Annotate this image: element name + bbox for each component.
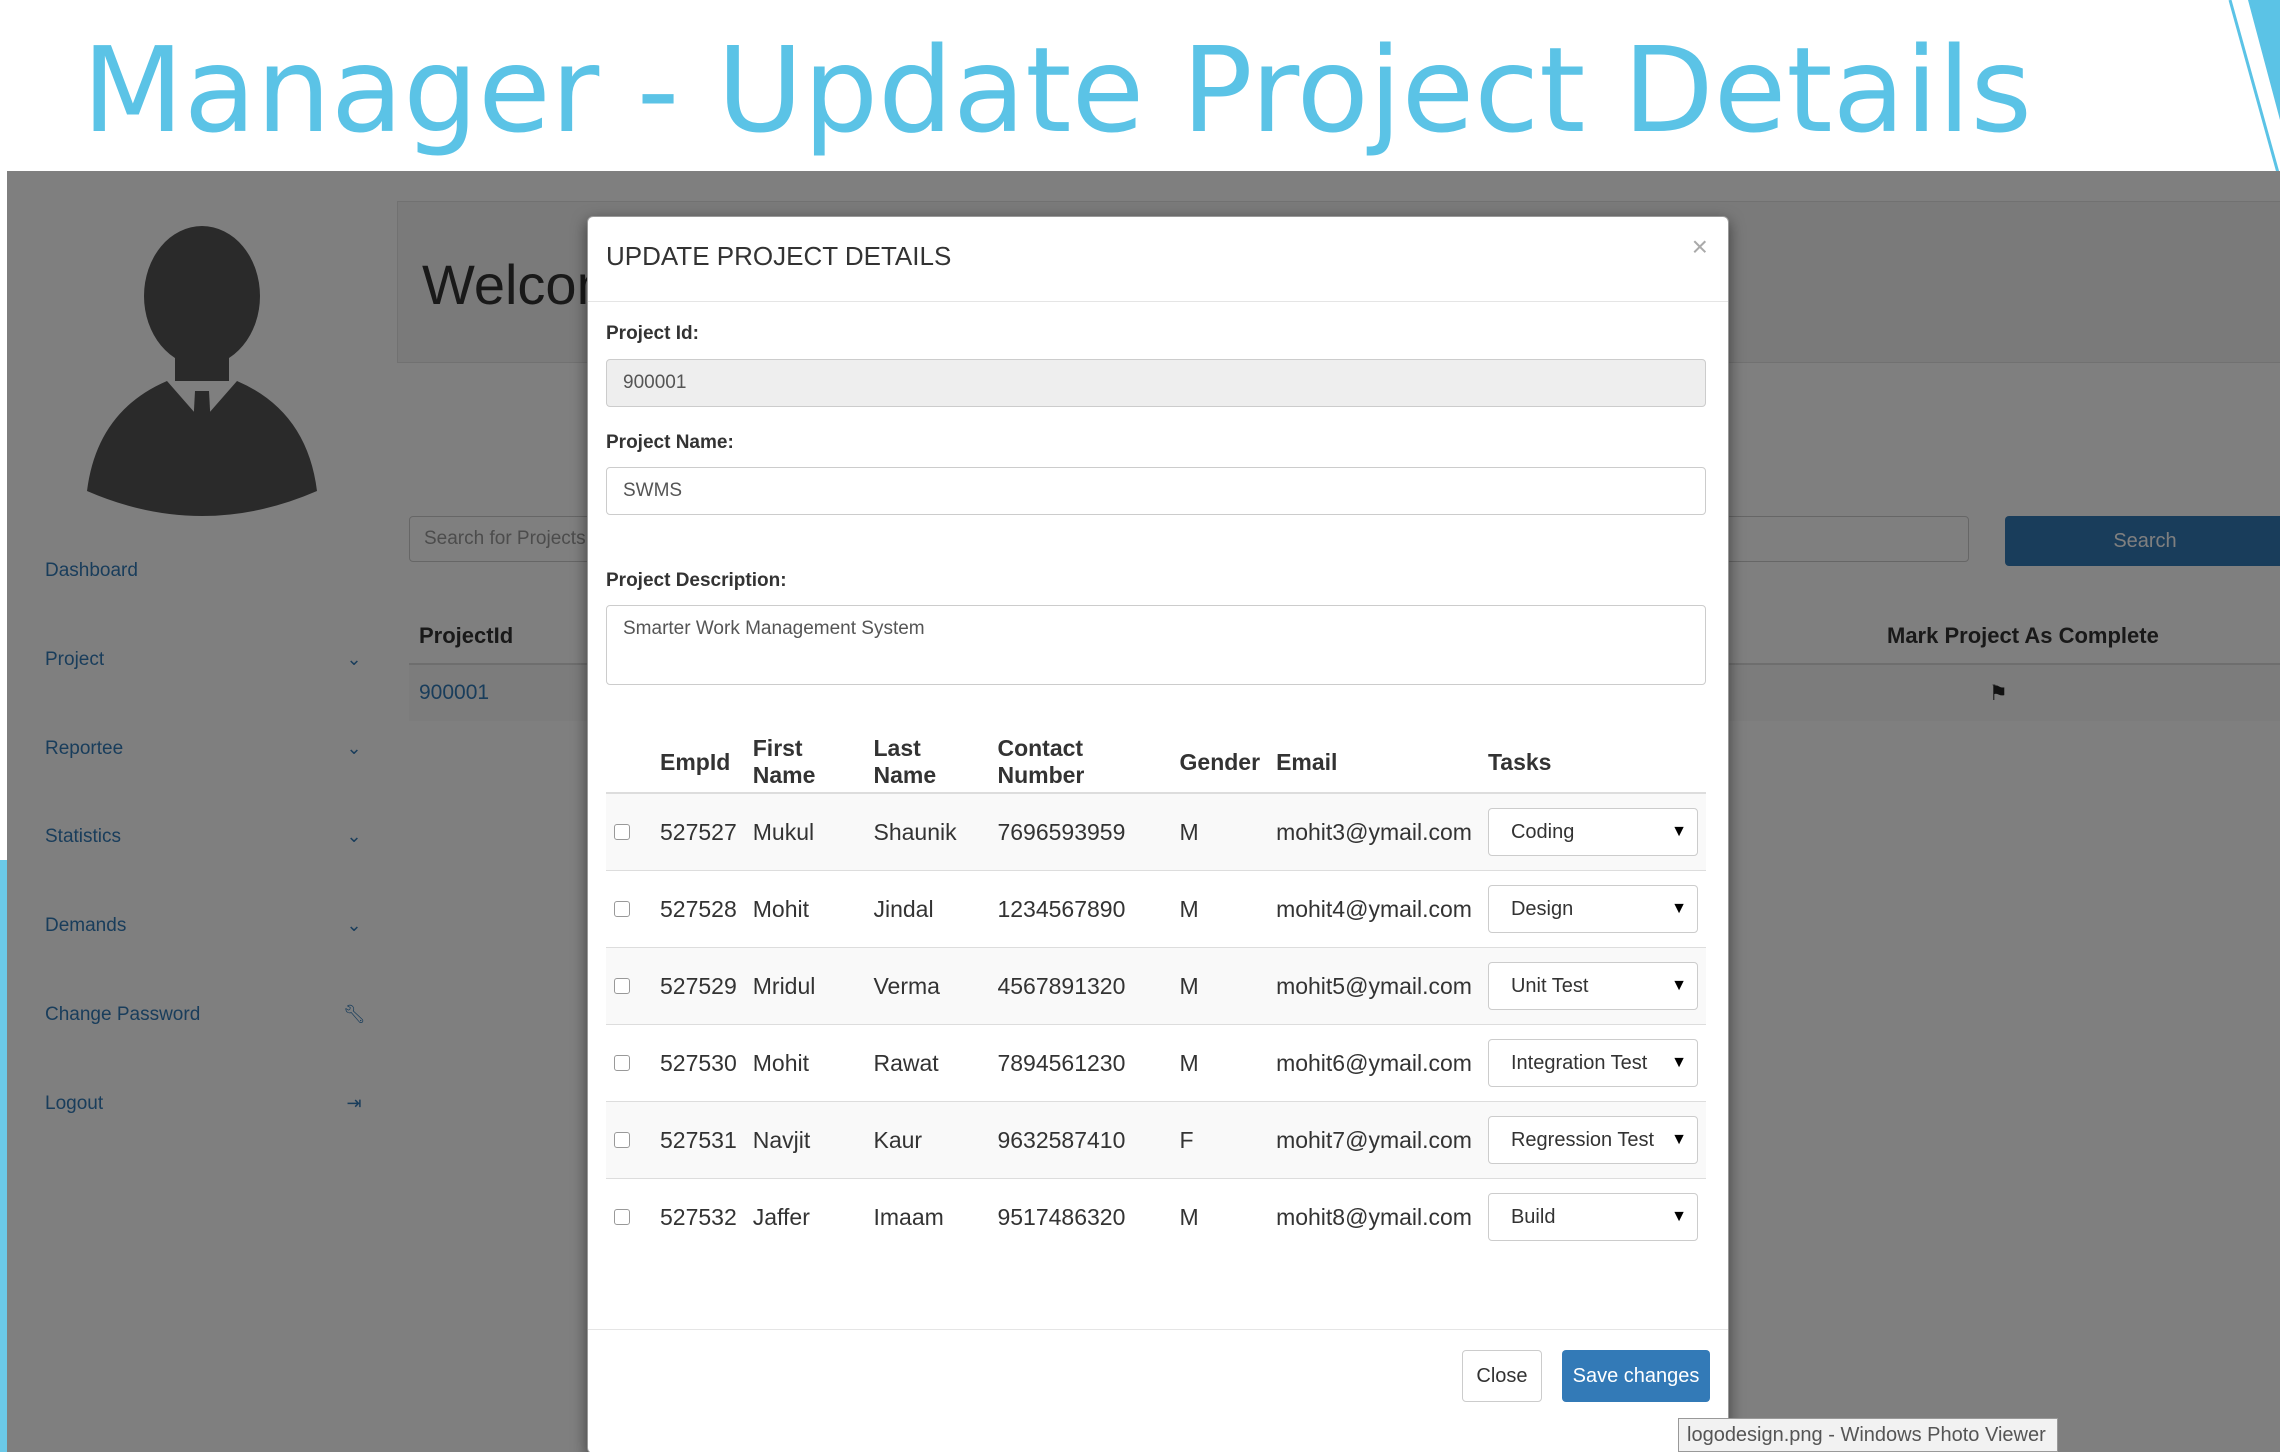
- task-select-value: Unit Test: [1510, 974, 1589, 997]
- cell-gender: M: [1171, 1024, 1269, 1102]
- task-select-value: Coding: [1510, 820, 1575, 843]
- table-row: 527532 Jaffer Imaam 9517486320 M mohit8@…: [606, 1178, 1706, 1255]
- cell-gender: M: [1171, 870, 1269, 948]
- cell-contact: 9632587410: [989, 1101, 1172, 1179]
- table-row: 527529 Mridul Verma 4567891320 M mohit5@…: [606, 947, 1706, 1025]
- cell-gender: F: [1171, 1101, 1269, 1179]
- cell-empid: 527530: [652, 1024, 745, 1102]
- cell-gender: M: [1171, 1178, 1269, 1255]
- cell-first-name: Mohit: [744, 1024, 866, 1102]
- column-header-select: [606, 732, 652, 794]
- column-header-tasks: Tasks: [1479, 732, 1706, 794]
- cell-contact: 1234567890: [989, 870, 1172, 948]
- cell-task: Regression Test ▼: [1479, 1101, 1706, 1179]
- task-select[interactable]: Unit Test ▼: [1487, 962, 1698, 1010]
- caret-down-icon: ▼: [1671, 1131, 1687, 1148]
- cell-last-name: Verma: [865, 947, 990, 1025]
- cell-gender: M: [1171, 792, 1269, 871]
- close-button[interactable]: Close: [1462, 1350, 1542, 1402]
- cell-contact: 9517486320: [989, 1178, 1172, 1255]
- cell-contact: 7894561230: [989, 1024, 1172, 1102]
- project-id-field[interactable]: 900001: [606, 359, 1706, 407]
- column-header-empid: EmpId: [652, 732, 745, 794]
- cell-empid: 527532: [652, 1178, 745, 1255]
- cell-last-name: Jindal: [865, 870, 990, 948]
- caret-down-icon: ▼: [1671, 823, 1687, 840]
- cell-empid: 527529: [652, 947, 745, 1025]
- task-select-value: Regression Test: [1510, 1128, 1655, 1151]
- column-header-email: Email: [1268, 732, 1480, 794]
- modal-title: UPDATE PROJECT DETAILS: [606, 241, 952, 271]
- employee-table: EmpId First Name Last Name Contact Numbe…: [606, 732, 1706, 1255]
- project-description-field[interactable]: Smarter Work Management System: [606, 605, 1706, 685]
- task-select[interactable]: Integration Test ▼: [1487, 1039, 1698, 1087]
- cell-task: Build ▼: [1479, 1178, 1706, 1255]
- cell-contact: 7696593959: [989, 792, 1172, 871]
- caret-down-icon: ▼: [1671, 1208, 1687, 1225]
- table-row: 527528 Mohit Jindal 1234567890 M mohit4@…: [606, 870, 1706, 948]
- cell-last-name: Imaam: [865, 1178, 990, 1255]
- task-select[interactable]: Coding ▼: [1487, 808, 1698, 856]
- cell-last-name: Kaur: [865, 1101, 990, 1179]
- cell-last-name: Rawat: [865, 1024, 990, 1102]
- column-header-first-name: First Name: [744, 732, 866, 794]
- cell-first-name: Mohit: [744, 870, 866, 948]
- table-row: 527530 Mohit Rawat 7894561230 M mohit6@y…: [606, 1024, 1706, 1102]
- cell-gender: M: [1171, 947, 1269, 1025]
- table-row: 527527 Mukul Shaunik 7696593959 M mohit3…: [606, 792, 1706, 871]
- row-checkbox[interactable]: [606, 870, 652, 948]
- task-select-value: Design: [1510, 897, 1574, 920]
- table-header-row: EmpId First Name Last Name Contact Numbe…: [606, 732, 1706, 794]
- row-checkbox[interactable]: [606, 1178, 652, 1255]
- project-name-label: Project Name:: [606, 432, 734, 453]
- app-screenshot: Dashboard Project ⌄ Reportee ⌄ Statistic…: [7, 171, 2280, 1452]
- cell-task: Design ▼: [1479, 870, 1706, 948]
- save-changes-button[interactable]: Save changes: [1562, 1350, 1710, 1402]
- row-checkbox[interactable]: [606, 792, 652, 871]
- row-checkbox[interactable]: [606, 1024, 652, 1102]
- cell-task: Coding ▼: [1479, 792, 1706, 871]
- cell-empid: 527528: [652, 870, 745, 948]
- cell-first-name: Mukul: [744, 792, 866, 871]
- task-select[interactable]: Regression Test ▼: [1487, 1116, 1698, 1164]
- column-header-last-name: Last Name: [865, 732, 990, 794]
- project-description-label: Project Description:: [606, 570, 787, 591]
- caret-down-icon: ▼: [1671, 900, 1687, 917]
- modal-header: UPDATE PROJECT DETAILS ×: [588, 217, 1728, 302]
- project-id-label: Project Id:: [606, 323, 699, 344]
- close-icon[interactable]: ×: [1692, 231, 1708, 263]
- cell-email: mohit5@ymail.com: [1268, 947, 1480, 1025]
- cell-empid: 527531: [652, 1101, 745, 1179]
- cell-email: mohit8@ymail.com: [1268, 1178, 1480, 1255]
- cell-email: mohit6@ymail.com: [1268, 1024, 1480, 1102]
- column-header-gender: Gender: [1171, 732, 1269, 794]
- cell-first-name: Jaffer: [744, 1178, 866, 1255]
- update-project-modal: UPDATE PROJECT DETAILS × Project Id: 900…: [587, 216, 1729, 1452]
- cell-email: mohit4@ymail.com: [1268, 870, 1480, 948]
- cell-last-name: Shaunik: [865, 792, 990, 871]
- cell-email: mohit3@ymail.com: [1268, 792, 1480, 871]
- slide-title: Manager - Update Project Details: [82, 21, 2032, 159]
- cell-empid: 527527: [652, 792, 745, 871]
- project-name-field[interactable]: SWMS: [606, 467, 1706, 515]
- task-select[interactable]: Build ▼: [1487, 1193, 1698, 1241]
- task-select-value: Integration Test: [1510, 1051, 1648, 1074]
- row-checkbox[interactable]: [606, 1101, 652, 1179]
- modal-footer: [588, 1329, 1728, 1330]
- cell-contact: 4567891320: [989, 947, 1172, 1025]
- caret-down-icon: ▼: [1671, 977, 1687, 994]
- cell-email: mohit7@ymail.com: [1268, 1101, 1480, 1179]
- cell-first-name: Mridul: [744, 947, 866, 1025]
- column-header-contact-number: Contact Number: [989, 732, 1172, 794]
- cell-task: Unit Test ▼: [1479, 947, 1706, 1025]
- caret-down-icon: ▼: [1671, 1054, 1687, 1071]
- cell-first-name: Navjit: [744, 1101, 866, 1179]
- cell-task: Integration Test ▼: [1479, 1024, 1706, 1102]
- row-checkbox[interactable]: [606, 947, 652, 1025]
- table-row: 527531 Navjit Kaur 9632587410 F mohit7@y…: [606, 1101, 1706, 1179]
- task-select-value: Build: [1510, 1205, 1556, 1228]
- taskbar-tooltip: logodesign.png - Windows Photo Viewer: [1678, 1418, 2058, 1452]
- task-select[interactable]: Design ▼: [1487, 885, 1698, 933]
